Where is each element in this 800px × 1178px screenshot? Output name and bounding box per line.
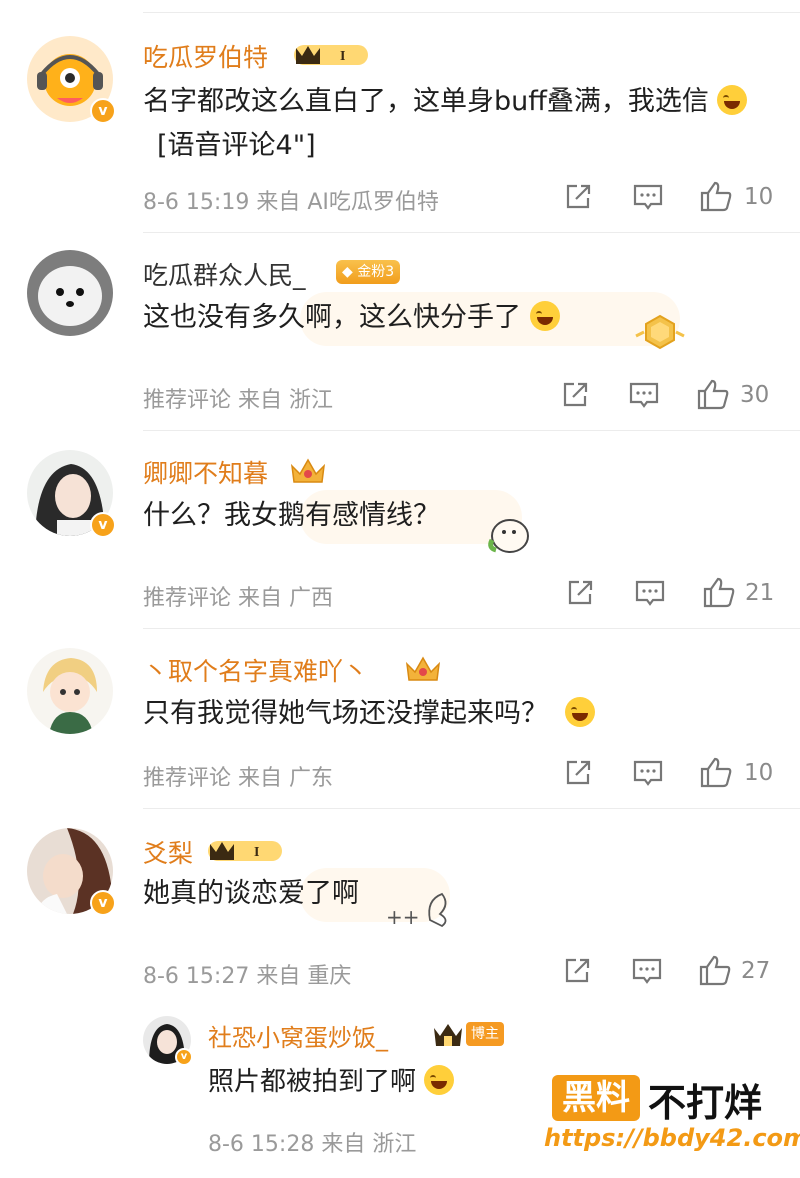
crown-badge-icon — [434, 1024, 462, 1046]
username[interactable]: 吃瓜罗伯特 — [143, 38, 268, 74]
crown-level-badge-icon: I — [208, 841, 282, 861]
divider — [143, 232, 800, 233]
like-icon[interactable] — [696, 378, 730, 410]
comment-meta: 推荐评论 来自 浙江 — [143, 388, 333, 413]
verified-badge-icon: v — [175, 1048, 193, 1066]
watermark-logo: 黑料 — [552, 1075, 640, 1121]
divider — [143, 430, 800, 431]
butterfly-sticker-icon: ++ — [386, 892, 447, 929]
comment-icon[interactable] — [631, 956, 663, 986]
username[interactable]: 吃瓜群众人民_ — [143, 256, 306, 292]
laughing-emoji-icon — [529, 301, 560, 331]
avatar[interactable] — [27, 250, 113, 336]
crying-laughing-emoji-icon — [424, 1065, 455, 1095]
comment-meta: 推荐评论 来自 广西 — [143, 586, 333, 611]
reply-username[interactable]: 社恐小窝蛋炒饭_ — [208, 1018, 388, 1053]
fan-badge-label: 金粉3 — [357, 264, 395, 280]
comment-text: 名字都改这么直白了，这单身buff叠满，我选信 [语音评论4"] — [143, 80, 773, 168]
like-icon[interactable] — [699, 756, 733, 788]
reply-text: 照片都被拍到了啊 — [208, 1060, 455, 1104]
svg-text:I: I — [254, 845, 259, 860]
comment-meta: 8-6 15:27 来自 重庆 — [143, 964, 352, 989]
repost-icon[interactable] — [563, 182, 593, 212]
watermark-title: 不打烊 — [648, 1081, 763, 1125]
like-icon[interactable] — [699, 180, 733, 212]
emoji-icon — [717, 85, 748, 115]
repost-icon[interactable] — [563, 758, 593, 788]
like-count: 21 — [745, 580, 775, 606]
like-count: 10 — [744, 760, 774, 786]
gem-icon: ◆ — [342, 264, 353, 280]
repost-icon[interactable] — [560, 380, 590, 410]
repost-icon[interactable] — [565, 578, 595, 608]
username[interactable]: 丶取个名字真难吖丶 — [143, 652, 368, 688]
comment-text: 什么？我女鹅有感情线？ — [143, 500, 440, 531]
like-count: 10 — [744, 184, 774, 210]
repost-icon[interactable] — [562, 956, 592, 986]
cute-bird-sticker-icon — [488, 519, 529, 553]
blogger-badge: 博主 — [466, 1022, 504, 1046]
svg-text:I: I — [340, 49, 345, 64]
divider — [143, 808, 800, 809]
avatar[interactable] — [27, 648, 113, 734]
reply-meta: 8-6 15:28 来自 浙江 — [208, 1132, 417, 1157]
comment-text: 她真的谈恋爱了啊 — [143, 878, 359, 909]
fan-badge: ◆ 金粉3 — [336, 260, 401, 284]
comment-text: 这也没有多久啊，这么快分手了 — [143, 296, 560, 340]
top-divider — [143, 12, 800, 13]
comment-icon[interactable] — [628, 380, 660, 410]
crown-badge-icon — [405, 656, 441, 681]
like-icon[interactable] — [698, 954, 732, 986]
gold-medal-sticker-icon — [635, 314, 685, 350]
comment-icon[interactable] — [632, 758, 664, 788]
comment-text-main: 名字都改这么直白了，这单身buff叠满，我选信 — [143, 86, 709, 117]
comment-text-main: 这也没有多久啊，这么快分手了 — [143, 302, 521, 333]
comment-text: 只有我觉得她气场还没撑起来吗？ — [143, 692, 595, 736]
username[interactable]: 卿卿不知暮 — [143, 454, 268, 490]
divider — [143, 628, 800, 629]
verified-badge-icon: v — [90, 890, 116, 916]
like-count: 30 — [740, 382, 770, 408]
comment-icon[interactable] — [632, 182, 664, 212]
comment-text-main: 只有我觉得她气场还没撑起来吗？ — [143, 698, 548, 729]
svg-text:++: ++ — [386, 905, 420, 929]
like-icon[interactable] — [702, 576, 736, 608]
reply-text-main: 照片都被拍到了啊 — [208, 1067, 417, 1097]
verified-badge-icon: v — [90, 512, 116, 538]
comment-icon[interactable] — [634, 578, 666, 608]
comment-meta: 8-6 15:19 来自 AI吃瓜罗伯特 — [143, 190, 439, 215]
comment-meta: 推荐评论 来自 广东 — [143, 766, 333, 791]
crown-badge-icon — [290, 458, 326, 483]
crown-level-badge-icon: I — [294, 45, 368, 65]
laughing-emoji-icon — [564, 697, 595, 727]
like-count: 27 — [741, 958, 771, 984]
username[interactable]: 爻梨 — [143, 834, 193, 870]
voice-comment-label[interactable]: [语音评论4"] — [157, 130, 316, 161]
verified-badge-icon: v — [90, 98, 116, 124]
watermark-url: https://bbdy42.com — [544, 1124, 800, 1152]
